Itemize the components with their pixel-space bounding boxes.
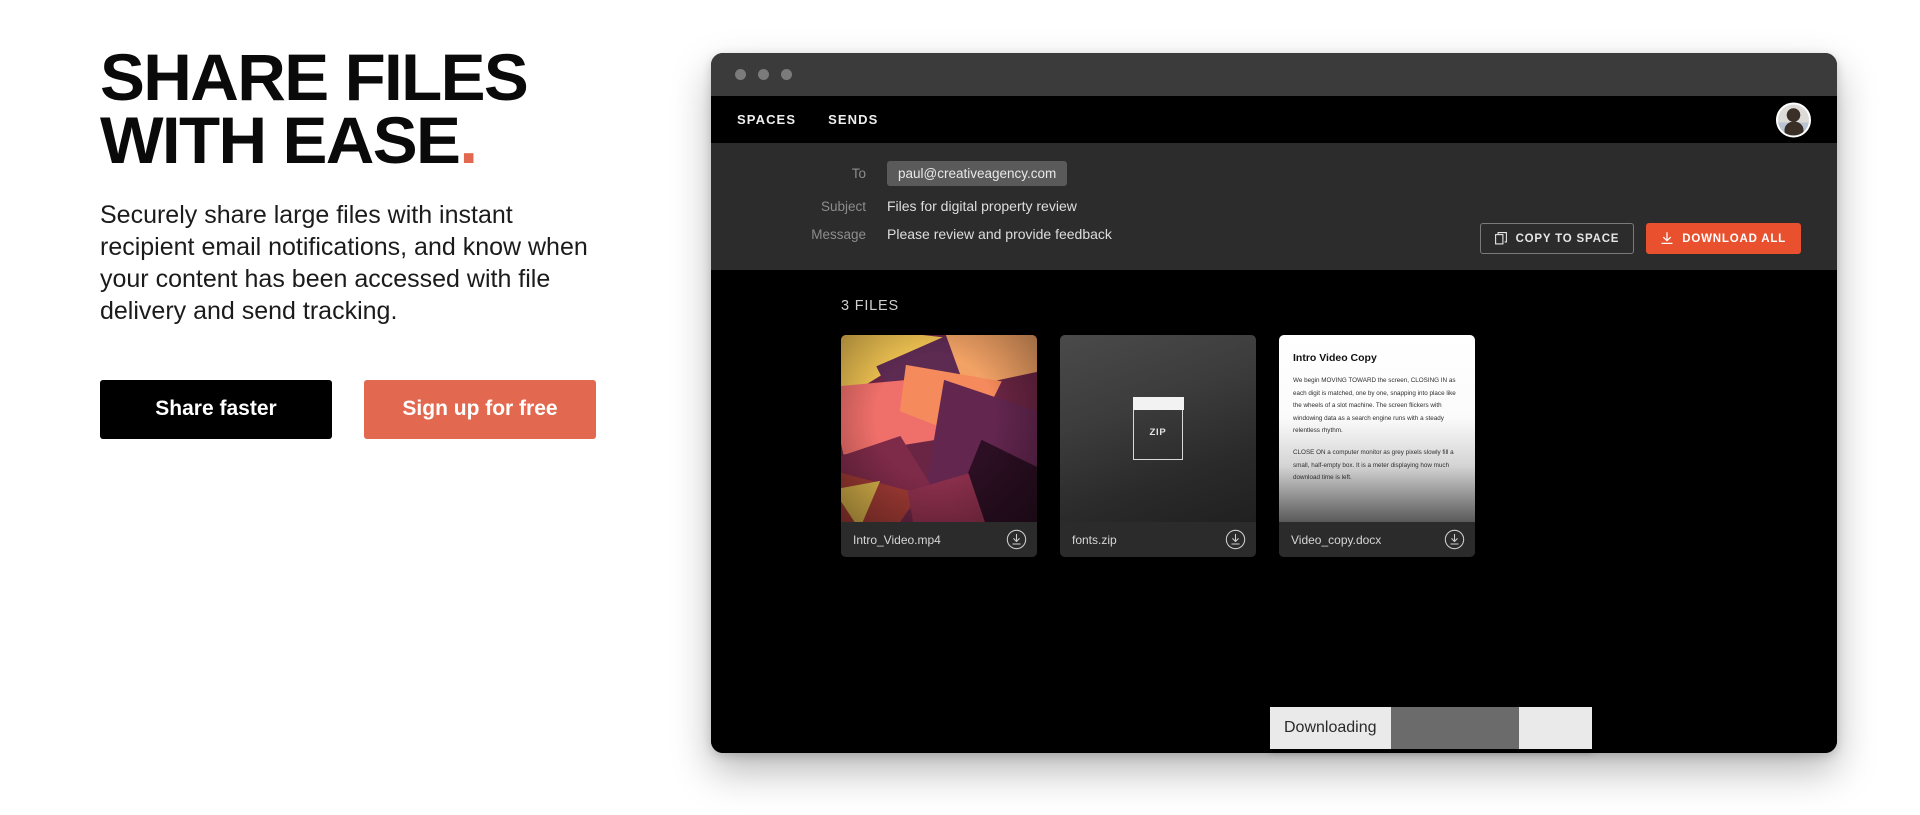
sign-up-button[interactable]: Sign up for free [364,379,596,439]
copy-to-space-label: COPY TO SPACE [1515,232,1620,245]
download-icon[interactable] [1225,529,1246,550]
copy-to-space-button[interactable]: COPY TO SPACE [1479,223,1635,254]
zip-label: ZIP [1149,427,1167,438]
to-label: To [851,166,866,181]
file-card-fonts-zip[interactable]: ZIP fonts.zip [1060,335,1256,557]
hero-title-accent: . [459,103,478,178]
progress-bar-fill [1390,707,1520,749]
file-card-footer: Video_copy.docx [1279,522,1475,557]
window-titlebar [711,53,1837,96]
download-progress-toast: Downloading [1270,707,1592,749]
nav-item-sends[interactable]: SENDS [828,112,878,127]
file-card-footer: Intro_Video.mp4 [841,522,1037,557]
download-icon[interactable] [1006,529,1027,550]
file-preview-document: Intro Video Copy We begin MOVING TOWARD … [1279,335,1475,522]
document-title: Intro Video Copy [1293,352,1377,364]
share-faster-button[interactable]: Share faster [100,379,332,439]
download-all-label: DOWNLOAD ALL [1682,232,1786,245]
download-icon[interactable] [1444,529,1465,550]
app-navbar: SPACES SENDS [711,96,1837,143]
file-card-footer: fonts.zip [1060,522,1256,557]
compose-row-subject: Subject Files for digital property revie… [711,198,1837,214]
subject-label: Subject [820,198,866,214]
app-window: SPACES SENDS To paul@creativeagency.com … [711,53,1837,753]
download-icon [1661,232,1673,245]
file-preview-image [841,335,1037,522]
document-paragraph-1: We begin MOVING TOWARD the screen, CLOSI… [1293,377,1456,435]
to-recipient-chip[interactable]: paul@creativeagency.com [887,161,1068,186]
files-area: 3 FILES Intro_Video.mp4 ZIP fonts.zip In… [711,270,1837,753]
file-preview-zip: ZIP [1060,335,1256,522]
abstract-artwork [841,335,1037,522]
compose-actions: COPY TO SPACE DOWNLOAD ALL [1479,223,1801,254]
files-count-label: 3 FILES [841,298,899,314]
window-close-dot[interactable] [735,69,746,80]
file-name: Intro_Video.mp4 [853,532,941,547]
file-card-list: Intro_Video.mp4 ZIP fonts.zip Intro Vide… [841,335,1837,557]
zip-document-icon: ZIP [1132,397,1184,460]
copy-icon [1494,232,1507,245]
document-preview-page: Intro Video Copy We begin MOVING TOWARD … [1279,335,1475,522]
hero-actions: Share faster Sign up for free [100,379,660,439]
file-card-video-copy-docx[interactable]: Intro Video Copy We begin MOVING TOWARD … [1279,335,1475,557]
file-name: Video_copy.docx [1291,532,1382,547]
subject-value: Files for digital property review [887,198,1077,214]
file-name: fonts.zip [1072,532,1117,547]
window-minimize-dot[interactable] [758,69,769,80]
compose-meta-panel: To paul@creativeagency.com Subject Files… [711,143,1837,270]
hero-title-line-2: WITH EASE [100,103,461,178]
download-all-button[interactable]: DOWNLOAD ALL [1646,223,1801,254]
file-card-intro-video[interactable]: Intro_Video.mp4 [841,335,1037,557]
avatar[interactable] [1776,102,1811,137]
hero-section: SHARE FILES WITH EASE. Securely share la… [100,44,660,439]
progress-bar-track [1390,707,1592,749]
window-maximize-dot[interactable] [781,69,792,80]
nav-item-spaces[interactable]: SPACES [737,112,796,127]
page-title: SHARE FILES WITH EASE. [100,44,671,173]
landing-page: SHARE FILES WITH EASE. Securely share la… [0,0,1920,815]
message-label: Message [811,226,866,242]
hero-subtitle: Securely share large files with instant … [100,200,588,326]
compose-row-to: To paul@creativeagency.com [711,161,1837,186]
message-value: Please review and provide feedback [887,226,1112,242]
download-status-label: Downloading [1284,719,1377,736]
zip-preview-background: ZIP [1060,335,1256,522]
document-paragraph-2: CLOSE ON a computer monitor as grey pixe… [1293,448,1454,482]
